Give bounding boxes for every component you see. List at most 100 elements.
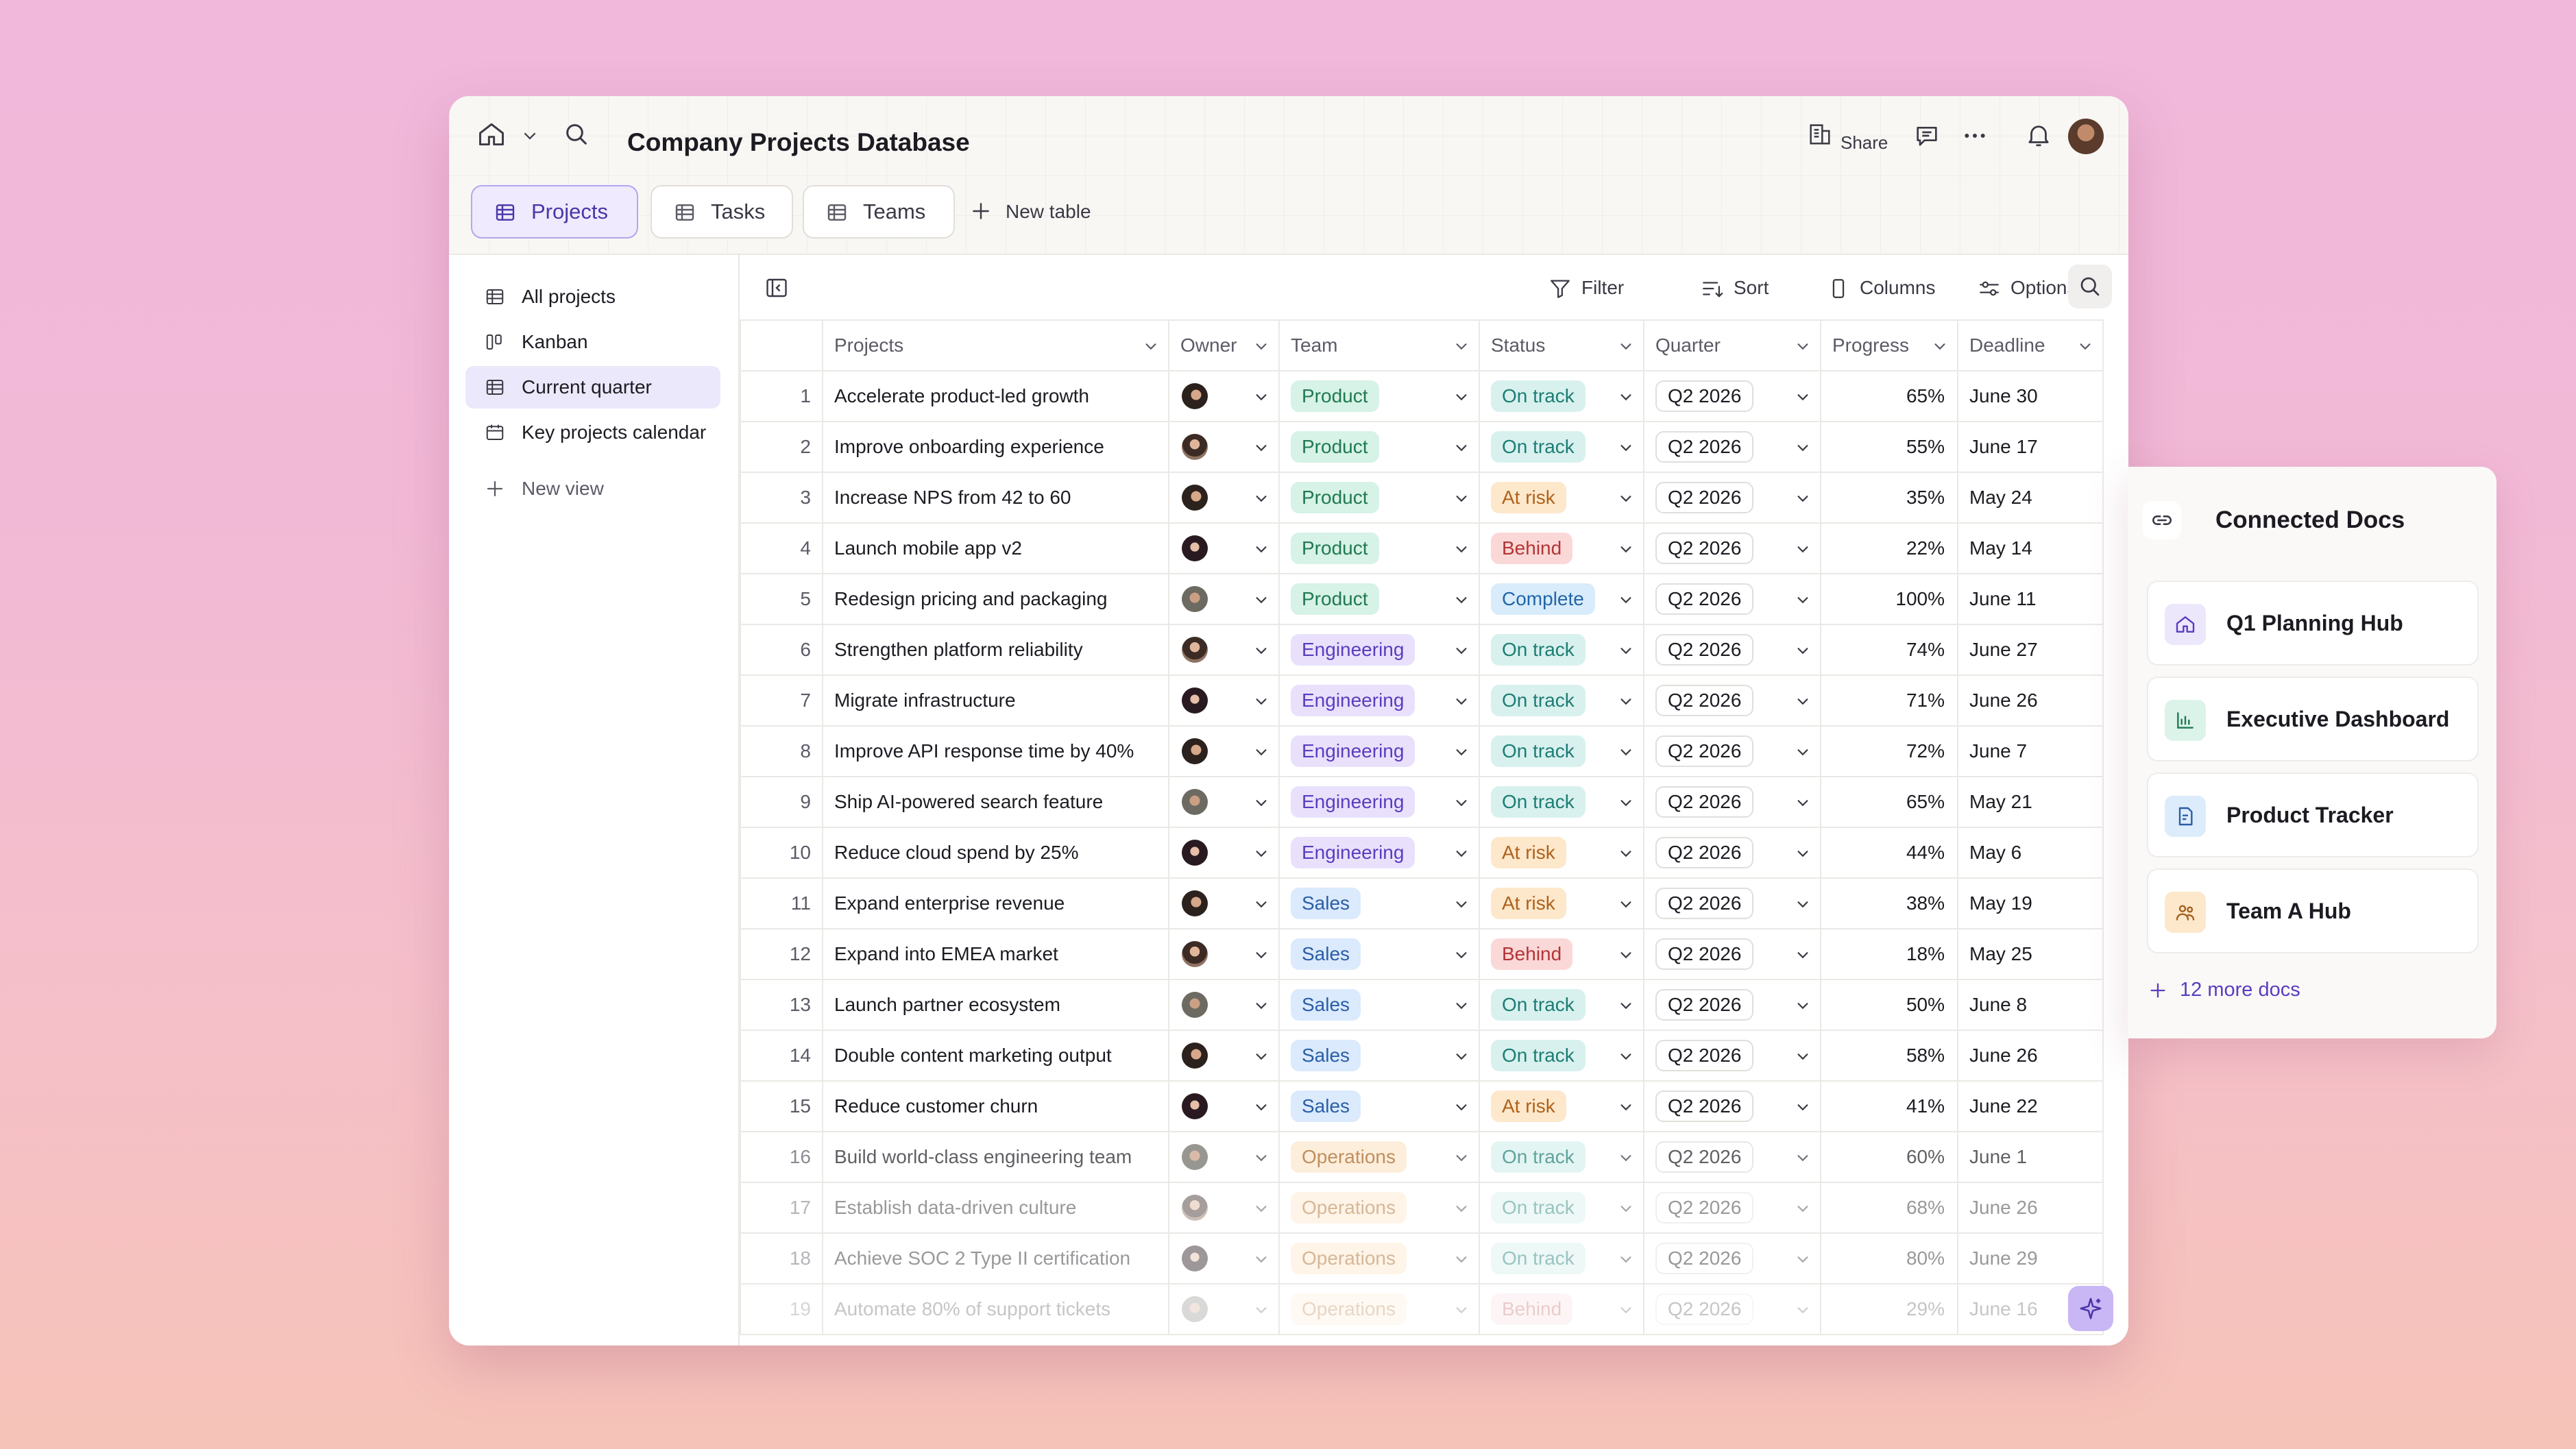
chevron-down-icon[interactable] — [1143, 339, 1158, 354]
chevron-down-icon[interactable] — [1254, 339, 1269, 354]
table-row[interactable]: 15 Reduce customer churn Sales At risk Q2 20… — [740, 1080, 2104, 1132]
table-row[interactable]: 17 Establish data-driven culture Operation… — [740, 1182, 2104, 1234]
progress-cell[interactable]: 80% — [1820, 1232, 1958, 1284]
quarter-cell[interactable]: Q2 2026 — [1643, 1030, 1821, 1082]
chevron-down-icon[interactable] — [1932, 339, 1947, 354]
team-cell[interactable]: Engineering — [1278, 725, 1480, 777]
status-cell[interactable]: At risk — [1479, 827, 1644, 879]
chevron-down-icon[interactable] — [1454, 440, 1469, 455]
chevron-down-icon[interactable] — [2078, 339, 2093, 354]
chevron-down-icon[interactable] — [1795, 440, 1810, 455]
project-cell[interactable]: Expand enterprise revenue — [822, 877, 1169, 929]
table-row[interactable]: 6 Strengthen platform reliability Engineer… — [740, 624, 2104, 676]
column-header-deadline[interactable]: Deadline — [1957, 319, 2104, 372]
deadline-cell[interactable]: June 30 — [1957, 370, 2104, 422]
project-cell[interactable]: Reduce customer churn — [822, 1080, 1169, 1132]
project-cell[interactable]: Redesign pricing and packaging — [822, 573, 1169, 625]
team-cell[interactable]: Engineering — [1278, 827, 1480, 879]
chevron-down-icon[interactable] — [1454, 1201, 1469, 1216]
chevron-down-icon[interactable] — [1454, 897, 1469, 912]
quarter-cell[interactable]: Q2 2026 — [1643, 1182, 1821, 1234]
chevron-down-icon[interactable] — [1795, 795, 1810, 810]
chevron-down-icon[interactable] — [1454, 339, 1469, 354]
team-cell[interactable]: Sales — [1278, 979, 1480, 1031]
deadline-cell[interactable]: June 26 — [1957, 1030, 2104, 1082]
column-header-quarter[interactable]: Quarter — [1643, 319, 1821, 372]
chevron-down-icon[interactable] — [1618, 1252, 1633, 1267]
owner-cell[interactable] — [1168, 472, 1280, 524]
table-row[interactable]: 4 Launch mobile app v2 Product Behind Q2 202… — [740, 522, 2104, 574]
project-cell[interactable]: Double content marketing output — [822, 1030, 1169, 1082]
chevron-down-icon[interactable] — [1454, 1150, 1469, 1165]
chevron-down-icon[interactable] — [1795, 744, 1810, 759]
status-cell[interactable]: Behind — [1479, 522, 1644, 574]
project-cell[interactable]: Automate 80% of support tickets — [822, 1283, 1169, 1335]
deadline-cell[interactable]: June 11 — [1957, 573, 2104, 625]
chevron-down-icon[interactable] — [1254, 795, 1269, 810]
chevron-down-icon[interactable] — [1795, 846, 1810, 861]
chevron-down-icon[interactable] — [1454, 643, 1469, 658]
owner-cell[interactable] — [1168, 776, 1280, 828]
chevron-down-icon[interactable] — [1618, 339, 1633, 354]
chevron-down-icon[interactable] — [1454, 1302, 1469, 1317]
status-cell[interactable]: At risk — [1479, 877, 1644, 929]
sidebar-toggle-icon[interactable] — [764, 276, 789, 300]
chevron-down-icon[interactable] — [1454, 694, 1469, 709]
ai-assistant-button[interactable] — [2068, 1286, 2113, 1331]
chevron-down-icon[interactable] — [1618, 491, 1633, 506]
more-icon[interactable] — [1961, 122, 1989, 149]
doc-executive-dashboard[interactable]: Executive Dashboard — [2147, 677, 2479, 762]
chevron-down-icon[interactable] — [1254, 592, 1269, 607]
column-header-status[interactable]: Status — [1479, 319, 1644, 372]
progress-cell[interactable]: 41% — [1820, 1080, 1958, 1132]
project-cell[interactable]: Improve onboarding experience — [822, 421, 1169, 473]
owner-cell[interactable] — [1168, 522, 1280, 574]
chevron-down-icon[interactable] — [1254, 1099, 1269, 1115]
project-cell[interactable]: Expand into EMEA market — [822, 928, 1169, 980]
project-cell[interactable]: Launch mobile app v2 — [822, 522, 1169, 574]
sidebar-item-key-projects-calendar[interactable]: Key projects calendar — [465, 411, 720, 454]
progress-cell[interactable]: 22% — [1820, 522, 1958, 574]
chevron-down-icon[interactable] — [1795, 947, 1810, 962]
quarter-cell[interactable]: Q2 2026 — [1643, 877, 1821, 929]
team-cell[interactable]: Operations — [1278, 1283, 1480, 1335]
quarter-cell[interactable]: Q2 2026 — [1643, 421, 1821, 473]
progress-cell[interactable]: 71% — [1820, 674, 1958, 727]
column-header-team[interactable]: Team — [1278, 319, 1480, 372]
table-row[interactable]: 7 Migrate infrastructure Engineering On tra… — [740, 674, 2104, 727]
project-cell[interactable]: Strengthen platform reliability — [822, 624, 1169, 676]
chevron-down-icon[interactable] — [1795, 491, 1810, 506]
owner-cell[interactable] — [1168, 370, 1280, 422]
table-row[interactable]: 1 Accelerate product-led growth Product On … — [740, 370, 2104, 422]
table-search-button[interactable] — [2068, 265, 2112, 308]
status-cell[interactable]: On track — [1479, 1131, 1644, 1183]
status-cell[interactable]: On track — [1479, 979, 1644, 1031]
owner-cell[interactable] — [1168, 827, 1280, 879]
chevron-down-icon[interactable] — [1618, 1201, 1633, 1216]
owner-cell[interactable] — [1168, 1232, 1280, 1284]
progress-cell[interactable]: 72% — [1820, 725, 1958, 777]
home-icon[interactable] — [476, 119, 507, 149]
owner-cell[interactable] — [1168, 573, 1280, 625]
chevron-down-icon[interactable] — [1454, 846, 1469, 861]
table-row[interactable]: 12 Expand into EMEA market Sales Behind Q2 2… — [740, 928, 2104, 980]
chevron-down-icon[interactable] — [1254, 440, 1269, 455]
project-cell[interactable]: Migrate infrastructure — [822, 674, 1169, 727]
column-header-owner[interactable]: Owner — [1168, 319, 1280, 372]
comment-icon[interactable] — [1913, 122, 1941, 149]
project-cell[interactable]: Accelerate product-led growth — [822, 370, 1169, 422]
search-icon[interactable] — [563, 121, 590, 148]
owner-cell[interactable] — [1168, 928, 1280, 980]
new-view-button[interactable]: New view — [465, 467, 720, 510]
quarter-cell[interactable]: Q2 2026 — [1643, 1131, 1821, 1183]
owner-cell[interactable] — [1168, 1030, 1280, 1082]
chevron-down-icon[interactable] — [1618, 643, 1633, 658]
table-row[interactable]: 16 Build world-class engineering team Oper… — [740, 1131, 2104, 1183]
tab-tasks[interactable]: Tasks — [651, 185, 793, 239]
progress-cell[interactable]: 44% — [1820, 827, 1958, 879]
deadline-cell[interactable]: June 7 — [1957, 725, 2104, 777]
column-header-progress[interactable]: Progress — [1820, 319, 1958, 372]
table-row[interactable]: 3 Increase NPS from 42 to 60 Product At ris… — [740, 472, 2104, 524]
chevron-down-icon[interactable] — [1454, 947, 1469, 962]
chevron-down-icon[interactable] — [1795, 998, 1810, 1013]
